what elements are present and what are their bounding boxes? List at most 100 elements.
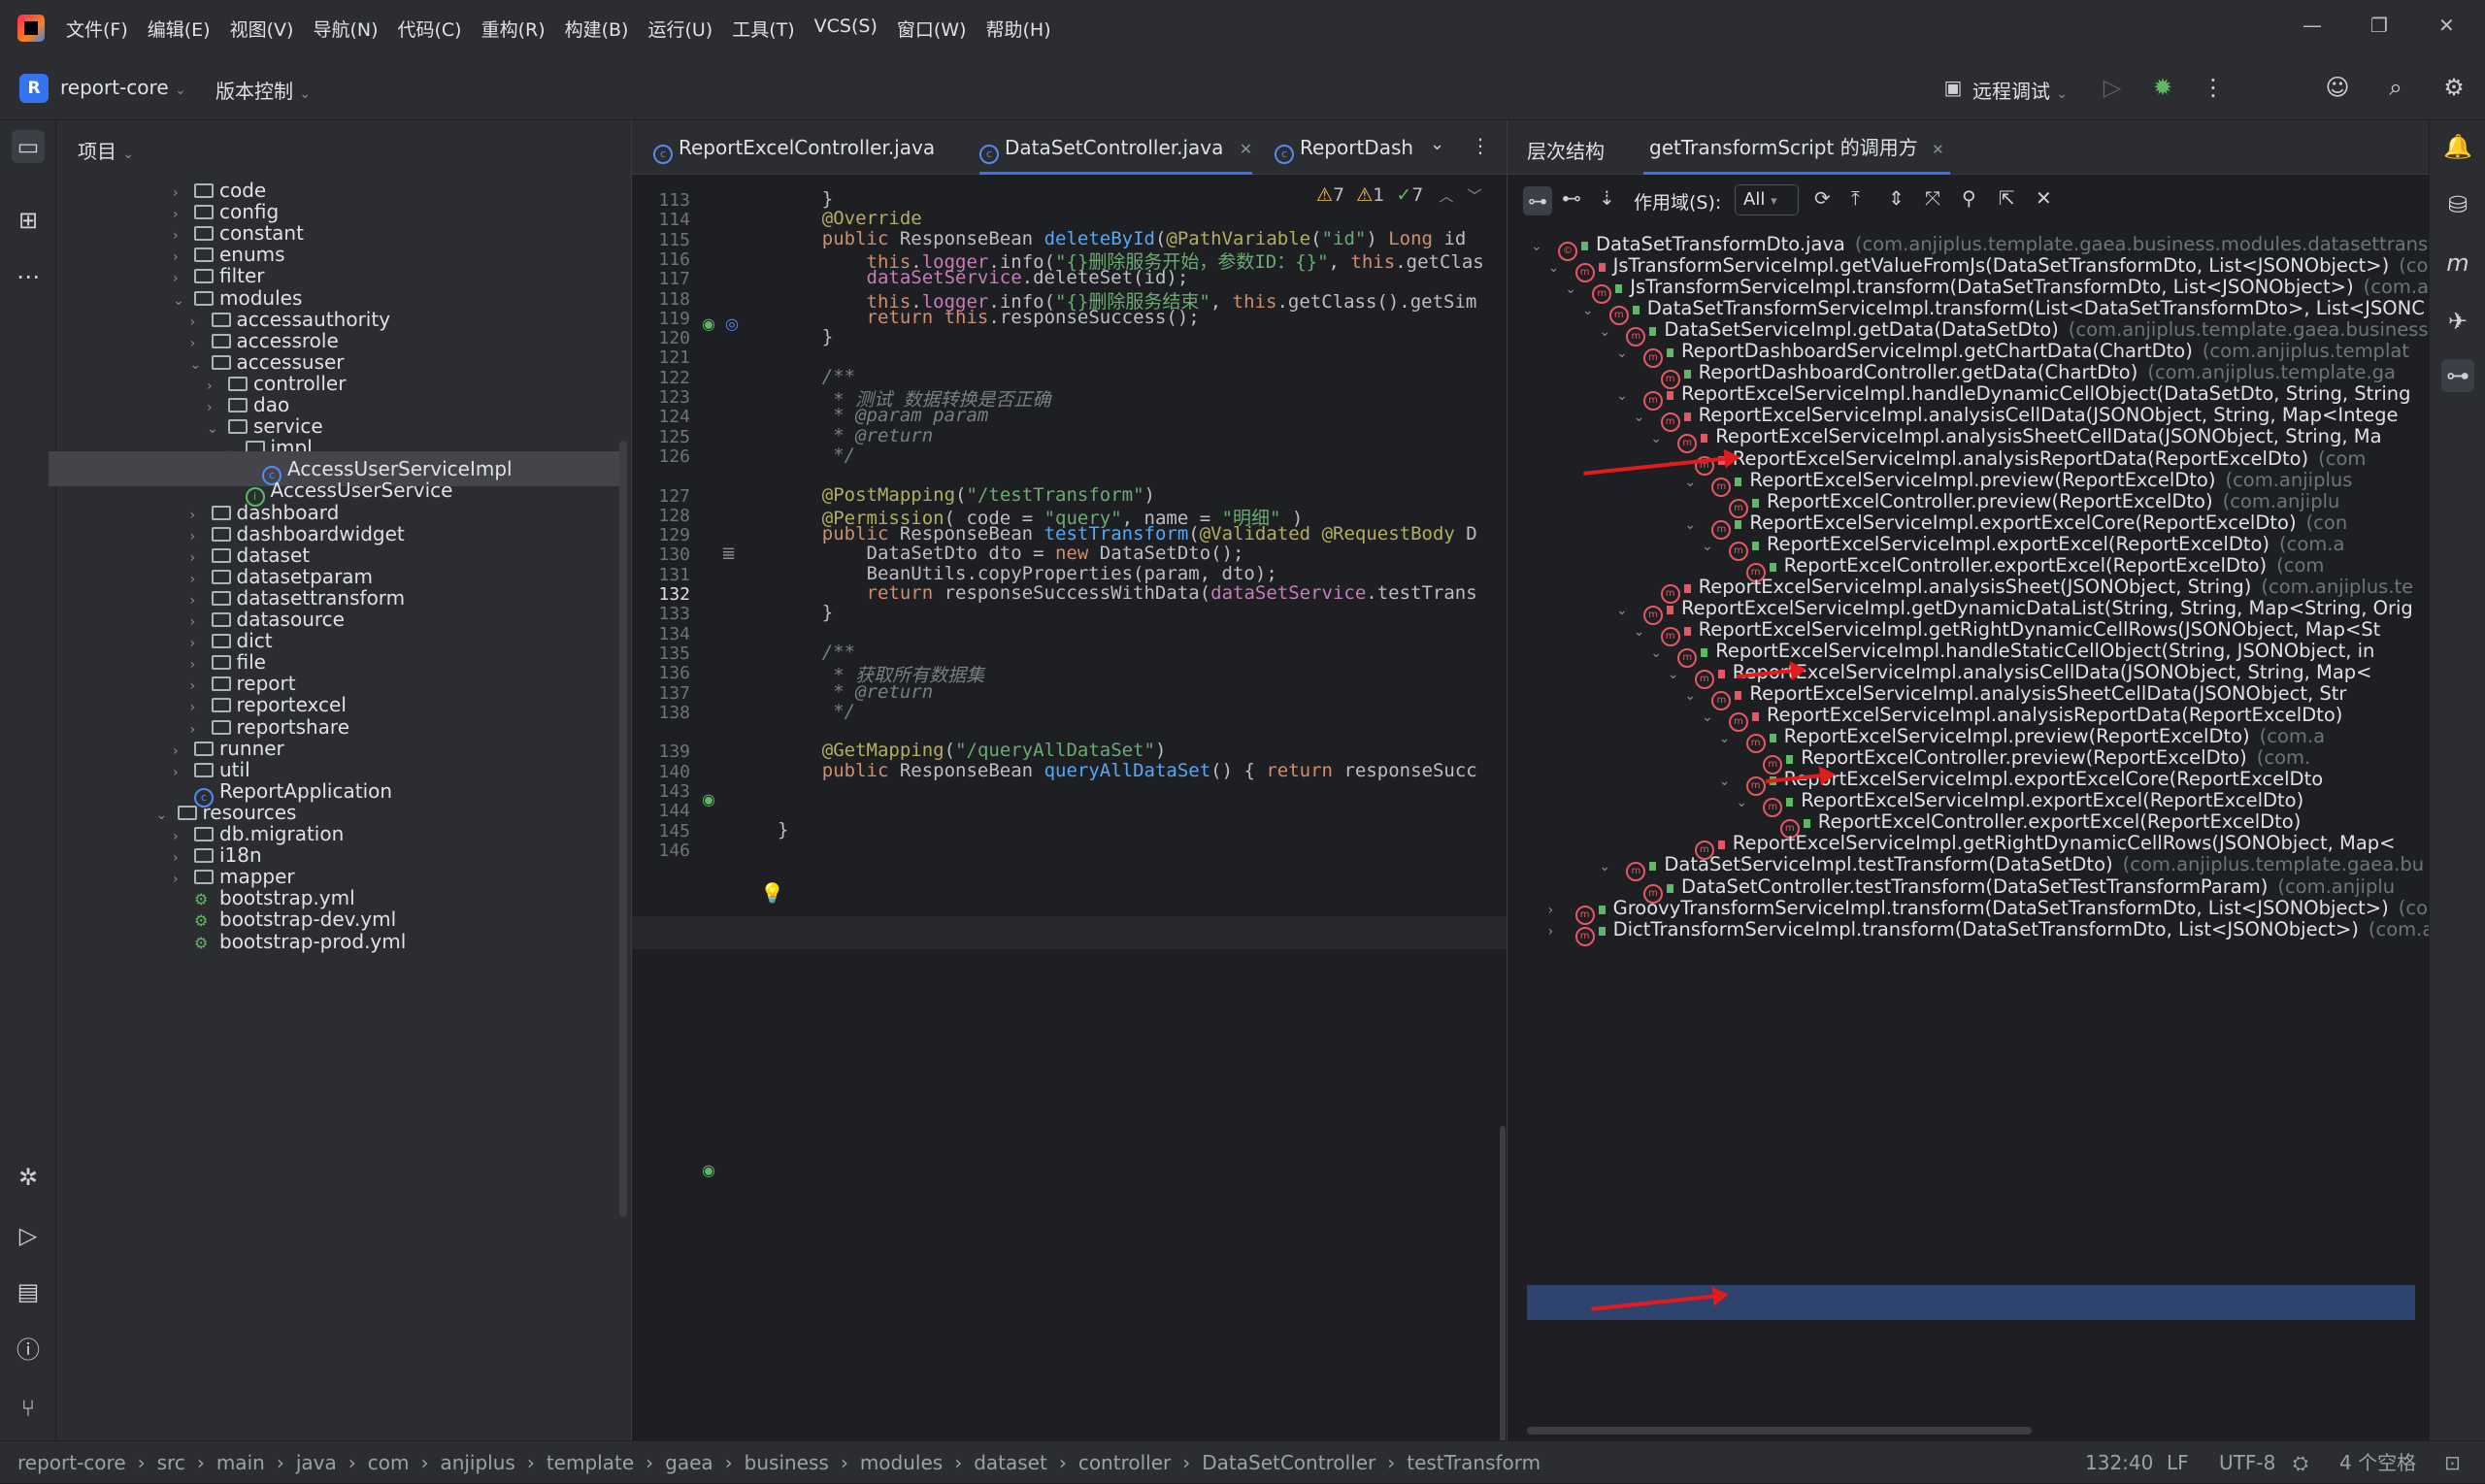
tab-report-excel-controller[interactable]: c ReportExcelController.java <box>653 120 935 175</box>
close-tab-icon[interactable]: ✕ <box>1240 140 1252 158</box>
pin-tab-icon[interactable]: ⚲ <box>1962 186 1976 210</box>
menu-item[interactable]: 工具(T) <box>732 16 794 42</box>
chevron-right-icon[interactable]: › <box>1548 914 1575 949</box>
code-line[interactable]: */ <box>778 445 855 466</box>
code-line[interactable]: DataSetDto dto = new DataSetDto(); <box>778 543 1244 564</box>
project-selector[interactable]: report-core ⌄ <box>60 76 186 99</box>
code-line[interactable]: /** <box>778 366 855 387</box>
more-actions-icon[interactable]: ⋮ <box>2198 72 2229 103</box>
database-icon[interactable]: ⛁ <box>2441 188 2474 221</box>
code-line[interactable]: public ResponseBean deleteById(@PathVari… <box>778 228 1467 249</box>
caller-hierarchy-icon[interactable]: ⊶ <box>1523 186 1552 215</box>
lock-icon[interactable]: ⊡ <box>2444 1441 2461 1484</box>
project-tree-scrollbar[interactable] <box>619 441 627 1217</box>
code-line[interactable]: return this.responseSuccess(); <box>778 307 1200 328</box>
callee-hierarchy-icon[interactable]: ⊷ <box>1562 186 1581 210</box>
project-folder-icon[interactable]: ▭ <box>12 130 45 163</box>
maximize-icon[interactable]: ❐ <box>2370 14 2388 37</box>
terminal-icon[interactable]: ▤ <box>12 1275 45 1308</box>
code-line[interactable]: public ResponseBean testTransform(@Valid… <box>778 523 1477 544</box>
code-line[interactable]: return responseSuccessWithData(dataSetSe… <box>778 582 1477 604</box>
debug-icon[interactable]: ✹ <box>2147 72 2178 103</box>
breadcrumb-item[interactable]: report-core <box>17 1451 126 1474</box>
hierarchy-hscrollbar[interactable] <box>1527 1427 2032 1435</box>
open-new-window-icon[interactable]: ⇱ <box>1999 186 2015 210</box>
breadcrumb-item[interactable]: src <box>157 1451 185 1474</box>
file-encoding[interactable]: UTF-8 <box>2219 1441 2275 1484</box>
breadcrumb-item[interactable]: controller <box>1078 1451 1171 1474</box>
menu-item[interactable]: 窗口(W) <box>897 16 967 42</box>
code-line[interactable]: } <box>778 326 833 347</box>
git-icon[interactable]: ⑂ <box>12 1392 45 1425</box>
breadcrumb-item[interactable]: testTransform <box>1407 1451 1541 1474</box>
settings-gear-icon[interactable]: ⚙ <box>2438 72 2469 103</box>
more-tools-icon[interactable]: ⋯ <box>12 260 45 293</box>
menu-item[interactable]: 导航(N) <box>313 16 378 42</box>
menu-item[interactable]: 视图(V) <box>230 16 294 42</box>
minimize-icon[interactable]: — <box>2303 14 2322 37</box>
breadcrumb-item[interactable]: main <box>216 1451 265 1474</box>
hierarchy-tool-icon[interactable]: ⊶ <box>2441 359 2474 392</box>
breadcrumb-item[interactable]: modules <box>860 1451 943 1474</box>
project-badge[interactable]: R <box>19 74 49 103</box>
caret-position[interactable]: 132:40 <box>2085 1441 2153 1484</box>
menu-item[interactable]: 帮助(H) <box>986 16 1051 42</box>
code-line[interactable]: } <box>778 188 833 210</box>
sort-icon[interactable]: ⇣ <box>1599 186 1615 210</box>
callers-tab[interactable]: getTransformScript 的调用方 ✕ <box>1643 120 1950 175</box>
code-line[interactable]: } <box>778 819 788 841</box>
breadcrumb-item[interactable]: com <box>368 1451 410 1474</box>
code-line[interactable]: @GetMapping("/queryAllDataSet") <box>778 740 1167 761</box>
indent-setting[interactable]: 4 个空格 <box>2339 1441 2416 1484</box>
code-line[interactable]: @Override <box>778 208 922 229</box>
tree-item-bootstrap-prod-yml[interactable]: ⚙ bootstrap-prod.yml <box>173 924 406 959</box>
intellij-logo-icon[interactable] <box>17 15 45 42</box>
collapse-all-icon[interactable]: ⤧ <box>1925 186 1940 210</box>
code-line[interactable]: * @param param <box>778 405 988 426</box>
code-line[interactable]: * @return <box>778 425 933 446</box>
hierarchy-row[interactable]: › m DictTransformServiceImpl.transform(Dat… <box>1548 912 2430 947</box>
debug-tool-icon[interactable]: ✲ <box>12 1161 45 1194</box>
breadcrumb-item[interactable]: gaea <box>665 1451 713 1474</box>
editor-scroll-thumb[interactable] <box>1500 1126 1506 1456</box>
problems-icon[interactable]: ⓘ <box>12 1334 45 1367</box>
code-area[interactable]: } @Override public ResponseBean deleteBy… <box>632 175 1508 1436</box>
breadcrumb-item[interactable]: business <box>745 1451 829 1474</box>
menu-item[interactable]: 重构(R) <box>481 16 546 42</box>
tabs-dropdown-icon[interactable]: ⌄ <box>1430 134 1444 154</box>
tabs-menu-icon[interactable]: ⋮ <box>1471 134 1490 157</box>
menu-item[interactable]: 文件(F) <box>66 16 128 42</box>
breadcrumb-item[interactable]: dataset <box>974 1451 1047 1474</box>
code-line[interactable]: BeanUtils.copyProperties(param, dto); <box>778 563 1277 584</box>
close-tab-icon[interactable]: ✕ <box>1932 141 1944 158</box>
call-hierarchy-tree[interactable]: ⌄ © DataSetTransformDto.java (com.anjiplus.… <box>1508 227 2430 1440</box>
close-panel-icon[interactable]: ✕ <box>2036 186 2052 210</box>
breadcrumb-item[interactable]: java <box>296 1451 337 1474</box>
notifications-icon[interactable]: 🔔 <box>2441 130 2474 163</box>
tab-report-dashboard[interactable]: c ReportDash <box>1275 120 1413 175</box>
run-config-selector[interactable]: 远程调试 ⌄ <box>1972 76 2068 104</box>
code-line[interactable]: /** <box>778 642 855 663</box>
gradle-icon[interactable]: ✈ <box>2441 305 2474 338</box>
run-tool-icon[interactable]: ▷ <box>12 1219 45 1252</box>
code-line[interactable]: */ <box>778 701 855 722</box>
maven-icon[interactable]: m <box>2441 247 2474 280</box>
menu-item[interactable]: VCS(S) <box>814 16 878 42</box>
search-icon[interactable]: ⌕ <box>2380 72 2411 103</box>
structure-icon[interactable]: ⊞ <box>12 204 45 237</box>
tab-dataset-controller[interactable]: c DataSetController.java ✕ <box>979 120 1253 175</box>
code-line[interactable]: dataSetService.deleteSet(id); <box>778 267 1189 288</box>
code-line[interactable]: } <box>778 602 833 623</box>
expand-all-icon[interactable]: ⇕ <box>1888 186 1905 210</box>
scope-select[interactable]: All ▾ <box>1735 184 1799 215</box>
breadcrumb-item[interactable]: template <box>547 1451 634 1474</box>
vcs-selector[interactable]: 版本控制 ⌄ <box>215 76 311 104</box>
menu-item[interactable]: 运行(U) <box>647 16 712 42</box>
add-user-icon[interactable]: ☺ <box>2322 72 2353 103</box>
menu-item[interactable]: 代码(C) <box>397 16 461 42</box>
code-line[interactable]: * @return <box>778 681 933 703</box>
editor-scrollbar[interactable] <box>1494 175 1508 1456</box>
readonly-icon[interactable]: ⛭ <box>2293 1441 2308 1484</box>
code-line[interactable]: public ResponseBean queryAllDataSet() { … <box>778 760 1477 781</box>
breadcrumb-item[interactable]: DataSetController <box>1202 1451 1375 1474</box>
